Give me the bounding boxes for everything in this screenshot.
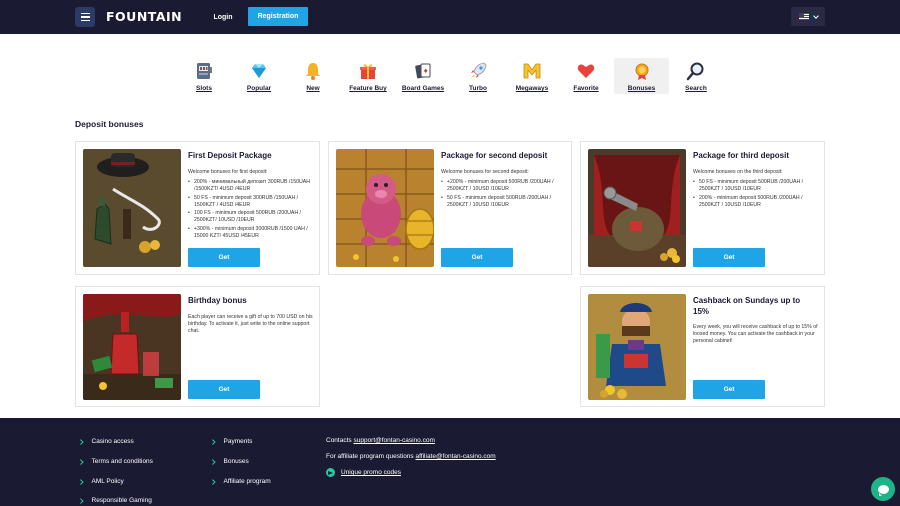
- svg-text:♦: ♦: [423, 68, 428, 75]
- chat-icon: [877, 484, 889, 496]
- cashback-image: [588, 294, 686, 400]
- footer-link-terms[interactable]: Terms and conditions: [78, 458, 153, 465]
- bonus-card-second-deposit: Package for second deposit Welcome bonus…: [328, 141, 572, 275]
- bonus-card-cashback: Cashback on Sundays up to 15% Every week…: [580, 286, 825, 407]
- second-deposit-image: [336, 149, 434, 267]
- bonus-list: 200% - минимальный депозит 300RUB /150UA…: [188, 179, 310, 241]
- card-description: Each player can receive a gift of up to …: [188, 314, 313, 334]
- bonus-card-birthday: Birthday bonus Each player can receive a…: [75, 286, 320, 407]
- card-description: Every week, you will receive cashback of…: [693, 324, 818, 344]
- chevron-right-icon: [210, 459, 216, 464]
- search-icon: [686, 62, 704, 81]
- diamond-icon: [252, 64, 266, 78]
- category-feature-buy[interactable]: Feature Buy: [347, 58, 389, 94]
- card-title: First Deposit Package: [188, 151, 272, 160]
- category-favorite[interactable]: Favorite: [568, 58, 604, 94]
- bonus-list: +200% - minimum deposit 500RUB /200UAH /…: [441, 179, 563, 210]
- category-label: Bonuses: [627, 85, 656, 92]
- card-title: Package for third deposit: [693, 151, 790, 160]
- category-slots[interactable]: Slots: [186, 58, 222, 94]
- footer-link-affiliate[interactable]: Affiliate program: [210, 478, 271, 485]
- top-bar: FOUNTAIN Login Registration: [0, 0, 900, 34]
- category-label: Feature Buy: [349, 85, 387, 92]
- first-deposit-image: [83, 149, 181, 267]
- list-item: 200% - minimum deposit 500RUB /200UAH / …: [693, 195, 815, 209]
- category-new[interactable]: New: [297, 58, 329, 94]
- hamburger-menu-button[interactable]: [75, 7, 95, 27]
- list-item: 200% - минимальный депозит 300RUB /150UA…: [188, 179, 310, 193]
- footer-link-responsible-gaming[interactable]: Responsible Gaming: [78, 497, 152, 504]
- promo-codes-link[interactable]: Unique promo codes: [326, 468, 401, 477]
- cards-icon: ♦: [415, 63, 431, 79]
- footer-link-casino-access[interactable]: Casino access: [78, 438, 134, 445]
- category-bonuses[interactable]: Bonuses: [614, 58, 669, 94]
- chevron-right-icon: [78, 479, 84, 484]
- get-button[interactable]: Get: [188, 248, 260, 267]
- list-item: +200% - minimum deposit 500RUB /200UAH /…: [441, 179, 563, 193]
- chevron-right-icon: [210, 439, 216, 444]
- get-button[interactable]: Get: [693, 248, 765, 267]
- section-title: Deposit bonuses: [75, 119, 144, 129]
- category-label: Turbo: [469, 85, 487, 92]
- telegram-icon: [326, 468, 335, 477]
- third-deposit-image: [588, 149, 686, 267]
- list-item: 100 FS - minimum deposit 500RUB /200UAH …: [188, 210, 310, 224]
- chevron-down-icon: [812, 12, 819, 19]
- card-title: Package for second deposit: [441, 151, 548, 160]
- get-button[interactable]: Get: [441, 248, 513, 267]
- chevron-right-icon: [210, 479, 216, 484]
- footer-contacts: Contacts support@fontan-casino.com: [326, 437, 435, 444]
- bonus-card-third-deposit: Package for third deposit Welcome bonuse…: [580, 141, 825, 275]
- support-chat-button[interactable]: [871, 477, 895, 501]
- rocket-icon: [471, 62, 487, 78]
- category-turbo[interactable]: Turbo: [463, 58, 493, 94]
- bonus-card-first-deposit: First Deposit Package Welcome bonuses fo…: [75, 141, 320, 275]
- category-popular[interactable]: Popular: [240, 58, 278, 94]
- registration-button[interactable]: Registration: [248, 7, 308, 26]
- list-item: 50 FS - minimum deposit 500RUB /200UAH /…: [693, 179, 815, 193]
- category-label: Popular: [246, 85, 272, 92]
- footer-link-bonuses[interactable]: Bonuses: [210, 458, 249, 465]
- language-selector[interactable]: [791, 7, 825, 26]
- chevron-right-icon: [78, 439, 84, 444]
- card-subtitle: Welcome bonuses on the third deposit:: [693, 169, 783, 175]
- bonus-list: 50 FS - minimum deposit 500RUB /200UAH /…: [693, 179, 815, 210]
- list-item: 50 FS - minimum deposit 300RUB /150UAH /…: [188, 195, 310, 209]
- chevron-right-icon: [78, 498, 84, 503]
- footer-link-payments[interactable]: Payments: [210, 438, 252, 445]
- m-icon: [523, 63, 541, 79]
- slot-machine-icon: [197, 63, 212, 79]
- bell-icon: [306, 63, 320, 80]
- category-label: Megaways: [515, 85, 549, 92]
- category-board-games[interactable]: ♦ Board Games: [400, 58, 446, 94]
- category-label: Board Games: [401, 85, 445, 92]
- card-subtitle: Welcome bonuses for first deposit:: [188, 169, 268, 175]
- chevron-right-icon: [78, 459, 84, 464]
- card-title: Cashback on Sundays up to 15%: [693, 296, 801, 316]
- category-label: Favorite: [573, 85, 599, 92]
- category-label: New: [306, 85, 320, 92]
- heart-icon: [577, 64, 595, 78]
- get-button[interactable]: Get: [693, 380, 765, 399]
- site-logo[interactable]: FOUNTAIN: [106, 9, 182, 24]
- gift-icon: [360, 64, 376, 79]
- list-item: 50 FS - minimum deposit 500RUB /200UAH /…: [441, 195, 563, 209]
- get-button[interactable]: Get: [188, 380, 260, 399]
- login-button[interactable]: Login: [205, 8, 241, 26]
- affiliate-email-link[interactable]: affiliate@fontan-casino.com: [416, 453, 496, 460]
- category-label: Search: [685, 85, 707, 92]
- footer-link-aml[interactable]: AML Policy: [78, 478, 124, 485]
- category-search[interactable]: Search: [682, 58, 710, 94]
- card-title: Birthday bonus: [188, 296, 247, 305]
- hamburger-icon: [80, 12, 90, 15]
- category-megaways[interactable]: Megaways: [512, 58, 552, 94]
- support-email-link[interactable]: support@fontan-casino.com: [353, 437, 434, 444]
- medal-icon: [635, 63, 648, 80]
- us-flag-icon: [798, 13, 809, 20]
- list-item: +300% - minimum deposit 3000RUB /1500 UA…: [188, 226, 310, 240]
- category-label: Slots: [196, 85, 212, 92]
- footer-affiliate-contact: For affiliate program questions affiliat…: [326, 453, 496, 460]
- card-subtitle: Welcome bonuses for second deposit:: [441, 169, 529, 175]
- birthday-image: [83, 294, 181, 400]
